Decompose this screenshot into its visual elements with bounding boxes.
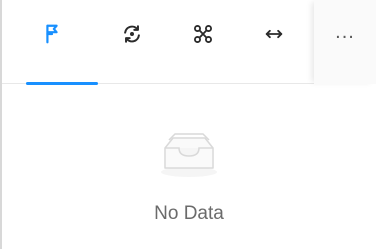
empty-state: No Data — [2, 84, 376, 249]
refresh-cycle-icon — [124, 25, 140, 43]
tab-graph[interactable] — [167, 0, 239, 84]
flag-icon — [46, 24, 58, 44]
more-tabs-button[interactable]: ... — [314, 0, 376, 84]
tab-flag[interactable] — [16, 0, 98, 85]
tab-resize[interactable] — [238, 0, 310, 84]
empty-inbox-icon — [161, 133, 217, 177]
side-panel: ... No Data — [0, 0, 376, 249]
tab-bar: ... — [2, 0, 376, 85]
node-graph-icon — [194, 25, 212, 43]
double-arrow-horizontal-icon — [265, 29, 283, 39]
empty-state-text: No Data — [154, 203, 224, 224]
tab-refresh[interactable] — [96, 0, 168, 84]
more-dots: ... — [335, 21, 355, 43]
